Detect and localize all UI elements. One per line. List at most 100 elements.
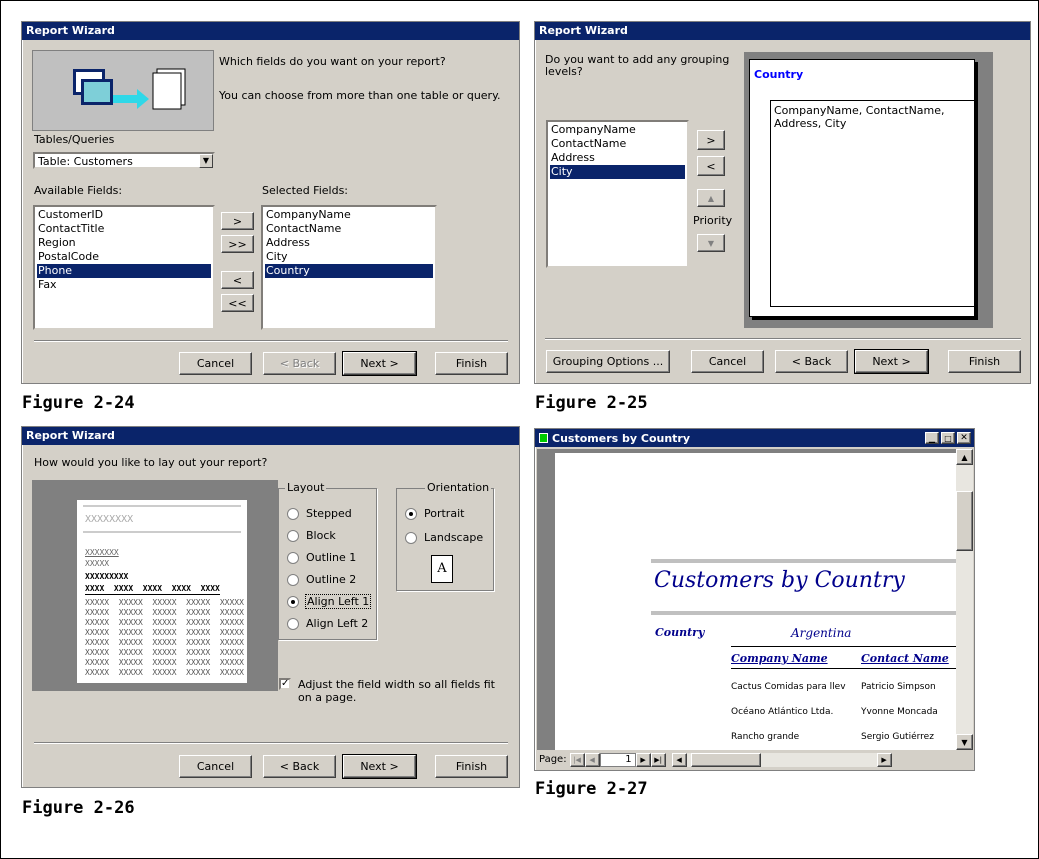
first-page-button[interactable]: |◀ (569, 752, 585, 767)
list-item[interactable]: CompanyName (550, 123, 685, 137)
column-header-contact: Contact Name (861, 652, 949, 665)
figure-caption: Figure 2-26 (22, 798, 135, 818)
tables-queries-select[interactable]: Table: Customers ▼ (33, 152, 215, 169)
priority-down-button[interactable]: ▼ (697, 234, 725, 252)
checkbox-checked-icon[interactable]: ✓ (279, 678, 291, 690)
layout-outline1-radio[interactable]: Outline 1 (287, 551, 356, 564)
preview-row: XXXXX XXXXX XXXXX XXXXX XXXXX (85, 598, 244, 607)
adjust-width-checkbox[interactable]: ✓ Adjust the field width so all fields f… (279, 678, 509, 704)
layout-stepped-radio[interactable]: Stepped (287, 507, 352, 520)
cancel-button[interactable]: Cancel (691, 350, 764, 373)
list-item[interactable]: City (265, 250, 433, 264)
scroll-right-button[interactable]: ▶ (876, 752, 892, 767)
radio-icon (287, 595, 299, 608)
next-page-icon: ▶ (640, 755, 646, 764)
chevron-down-icon[interactable]: ▼ (199, 154, 213, 168)
list-item[interactable]: Country (265, 264, 433, 278)
group-header: Country (754, 68, 804, 81)
company-cell: Rancho grande (731, 732, 800, 742)
close-button[interactable]: ✕ (957, 432, 971, 444)
list-item[interactable]: Phone (37, 264, 211, 278)
grouping-fields-list[interactable]: CompanyName ContactName Address City (546, 120, 689, 268)
layout-align-left1-radio[interactable]: Align Left 1 (287, 594, 372, 609)
list-item[interactable]: ContactName (265, 222, 433, 236)
back-button[interactable]: < Back (263, 352, 336, 375)
report-title: Customers by Country (654, 568, 905, 593)
dialog-title: Report Wizard (22, 22, 519, 40)
layout-align-left2-radio[interactable]: Align Left 2 (287, 617, 368, 630)
scroll-up-button[interactable]: ▲ (956, 449, 973, 465)
available-fields-label: Available Fields: (34, 184, 123, 197)
selected-fields-list[interactable]: CompanyName ContactName Address City Cou… (261, 205, 437, 330)
list-item[interactable]: PostalCode (37, 250, 211, 264)
right-arrow-icon: ▶ (881, 755, 887, 764)
column-rule (731, 668, 956, 669)
list-item[interactable]: ContactName (550, 137, 685, 151)
scroll-down-button[interactable]: ▼ (956, 734, 973, 750)
preview-row: XXXXX XXXXX XXXXX XXXXX XXXXX (85, 628, 244, 637)
previous-page-button[interactable]: ◀ (584, 752, 600, 767)
page-number-input[interactable]: 1 (599, 752, 636, 767)
title-rule (651, 559, 956, 563)
add-grouping-button[interactable]: > (697, 130, 725, 150)
layout-block-radio[interactable]: Block (287, 529, 336, 542)
horizontal-scroll-thumb[interactable] (690, 752, 761, 767)
orientation-landscape-radio[interactable]: Landscape (405, 531, 483, 544)
maximize-icon: □ (944, 433, 952, 443)
add-all-fields-button[interactable]: >> (221, 235, 254, 253)
scroll-left-button[interactable]: ◀ (671, 752, 687, 767)
minimize-icon: ▁ (928, 433, 936, 443)
radio-icon (287, 573, 299, 586)
list-item[interactable]: Address (265, 236, 433, 250)
list-item[interactable]: CustomerID (37, 208, 211, 222)
report-canvas: Customers by Country Country Argentina C… (537, 449, 956, 750)
radio-label: Stepped (306, 507, 352, 520)
vertical-scrollbar[interactable]: ▲ ▼ (956, 449, 973, 750)
minimize-button[interactable]: ▁ (925, 432, 939, 444)
next-button[interactable]: Next > (342, 754, 417, 779)
cancel-button[interactable]: Cancel (179, 755, 252, 778)
remove-grouping-button[interactable]: < (697, 156, 725, 176)
next-page-button[interactable]: ▶ (635, 752, 651, 767)
page-orientation-icon: A (431, 555, 453, 583)
radio-icon (405, 531, 417, 544)
figure-caption: Figure 2-25 (535, 393, 648, 413)
last-page-button[interactable]: ▶| (650, 752, 666, 767)
finish-button[interactable]: Finish (435, 352, 508, 375)
horizontal-scrollbar[interactable] (686, 752, 877, 767)
country-label: Country (655, 626, 705, 639)
list-item[interactable]: City (550, 165, 685, 179)
layout-outline2-radio[interactable]: Outline 2 (287, 573, 356, 586)
back-button[interactable]: < Back (775, 350, 848, 373)
priority-up-button[interactable]: ▲ (697, 189, 725, 207)
remove-field-button[interactable]: < (221, 271, 254, 289)
preview-row: XXXXX XXXXX XXXXX XXXXX XXXXX (85, 618, 244, 627)
list-item[interactable]: ContactTitle (37, 222, 211, 236)
finish-button[interactable]: Finish (435, 755, 508, 778)
available-fields-list[interactable]: CustomerID ContactTitle Region PostalCod… (33, 205, 215, 330)
next-button[interactable]: Next > (342, 351, 417, 376)
orientation-portrait-radio[interactable]: Portrait (405, 507, 464, 520)
back-button[interactable]: < Back (263, 755, 336, 778)
cancel-button[interactable]: Cancel (179, 352, 252, 375)
grouping-question: Do you want to add any grouping levels? (545, 53, 730, 78)
report-wizard-fields-dialog: Report Wizard Which fields do you want o… (21, 21, 520, 384)
column-header-company: Company Name (731, 652, 828, 665)
page-label: Page: (539, 754, 567, 765)
remove-all-fields-button[interactable]: << (221, 294, 254, 312)
add-field-button[interactable]: > (221, 212, 254, 230)
scroll-thumb[interactable] (956, 491, 973, 551)
list-item[interactable]: Fax (37, 278, 211, 292)
list-item[interactable]: Address (550, 151, 685, 165)
up-arrow-icon: ▲ (707, 193, 715, 203)
next-button[interactable]: Next > (854, 349, 929, 374)
list-item[interactable]: Region (37, 236, 211, 250)
maximize-button[interactable]: □ (941, 432, 955, 444)
radio-label: Outline 1 (306, 551, 357, 564)
list-item[interactable]: CompanyName (265, 208, 433, 222)
orientation-group: Orientation Portrait Landscape A (396, 481, 494, 591)
preview-title: XXXXXXXX (85, 514, 134, 525)
finish-button[interactable]: Finish (948, 350, 1021, 373)
grouping-options-button[interactable]: Grouping Options ... (546, 350, 670, 373)
preview-group-2: XXXXX (85, 559, 110, 568)
